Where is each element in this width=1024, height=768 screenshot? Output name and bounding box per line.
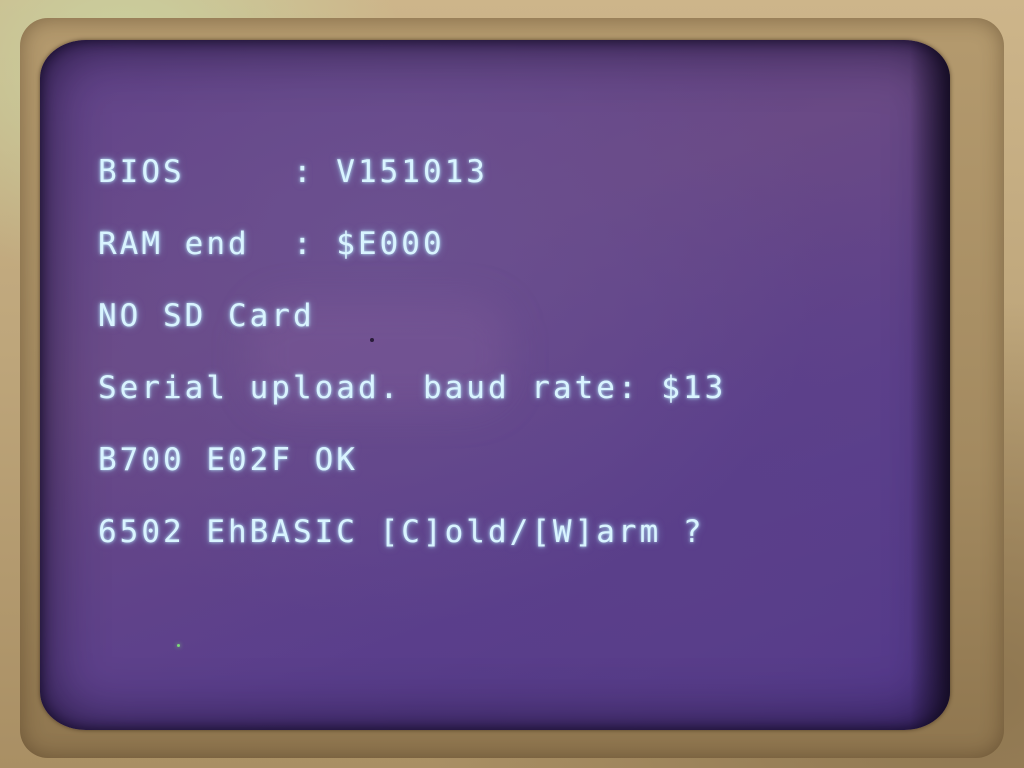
terminal-output: BIOS : V151013 RAM end : $E000 NO SD Car…	[98, 112, 726, 592]
monitor-bezel: BIOS : V151013 RAM end : $E000 NO SD Car…	[0, 0, 1024, 768]
sd-card-status-line: NO SD Card	[98, 298, 315, 334]
bios-version-line: BIOS : V151013	[98, 154, 488, 190]
crt-screen[interactable]: BIOS : V151013 RAM end : $E000 NO SD Car…	[40, 40, 950, 730]
screen-dot	[177, 644, 180, 647]
screen-edge-shadow	[910, 40, 950, 730]
ram-end-line: RAM end : $E000	[98, 226, 445, 262]
memory-range-status-line: B700 E02F OK	[98, 442, 358, 478]
serial-upload-line: Serial upload. baud rate: $13	[98, 370, 727, 406]
basic-start-prompt[interactable]: 6502 EhBASIC [C]old/[W]arm ?	[98, 517, 726, 548]
